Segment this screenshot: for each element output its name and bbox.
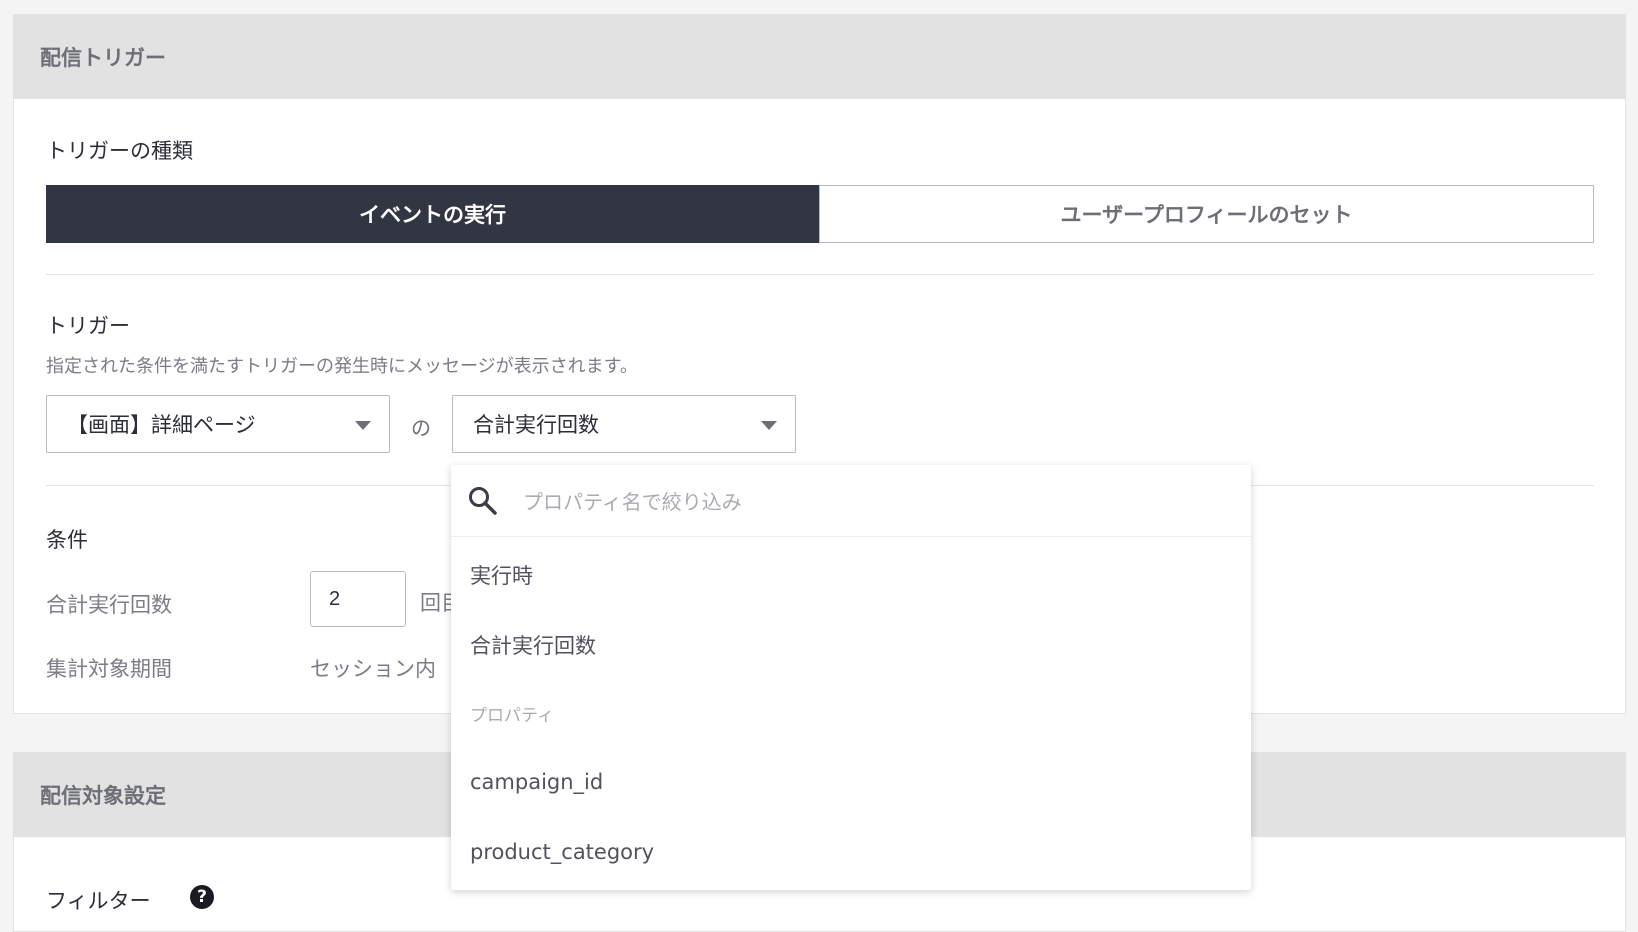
- delivery-trigger-header: 配信トリガー: [14, 15, 1625, 99]
- condition-count-input[interactable]: [310, 571, 406, 627]
- search-icon: [469, 487, 497, 515]
- condition-period-value: セッション内: [310, 657, 436, 681]
- dropdown-item[interactable]: 合計実行回数: [470, 630, 596, 660]
- dropdown-item[interactable]: campaign_id: [470, 770, 603, 794]
- trigger-type-label: トリガーの種類: [46, 139, 193, 163]
- condition-count-label: 合計実行回数: [46, 593, 172, 617]
- dropdown-search: [451, 465, 1251, 537]
- event-select-value: 【画面】詳細ページ: [67, 413, 256, 437]
- chevron-down-icon: [761, 421, 777, 430]
- dropdown-item[interactable]: 実行時: [470, 560, 533, 590]
- condition-period-label: 集計対象期間: [46, 657, 172, 681]
- trigger-type-user-profile-button[interactable]: ユーザープロフィールのセット: [819, 185, 1594, 243]
- property-dropdown-menu: 実行時 合計実行回数 プロパティ campaign_id product_cat…: [451, 465, 1251, 890]
- event-select[interactable]: 【画面】詳細ページ: [46, 395, 390, 453]
- dropdown-group-label: プロパティ: [470, 706, 554, 726]
- property-filter-input[interactable]: [521, 483, 1225, 521]
- help-icon[interactable]: ?: [190, 885, 214, 909]
- divider: [46, 274, 1594, 275]
- property-select-value: 合計実行回数: [473, 413, 599, 437]
- trigger-type-event-button[interactable]: イベントの実行: [46, 185, 819, 243]
- dropdown-item[interactable]: product_category: [470, 840, 654, 864]
- trigger-description: 指定された条件を満たすトリガーの発生時にメッセージが表示されます。: [46, 356, 638, 377]
- trigger-type-segmented-control: イベントの実行 ユーザープロフィールのセット: [46, 185, 1594, 243]
- filter-label: フィルター: [46, 889, 151, 913]
- trigger-label: トリガー: [46, 314, 130, 338]
- condition-label: 条件: [46, 528, 88, 552]
- connector-text: の: [411, 416, 431, 440]
- property-select[interactable]: 合計実行回数: [452, 395, 796, 453]
- chevron-down-icon: [355, 421, 371, 430]
